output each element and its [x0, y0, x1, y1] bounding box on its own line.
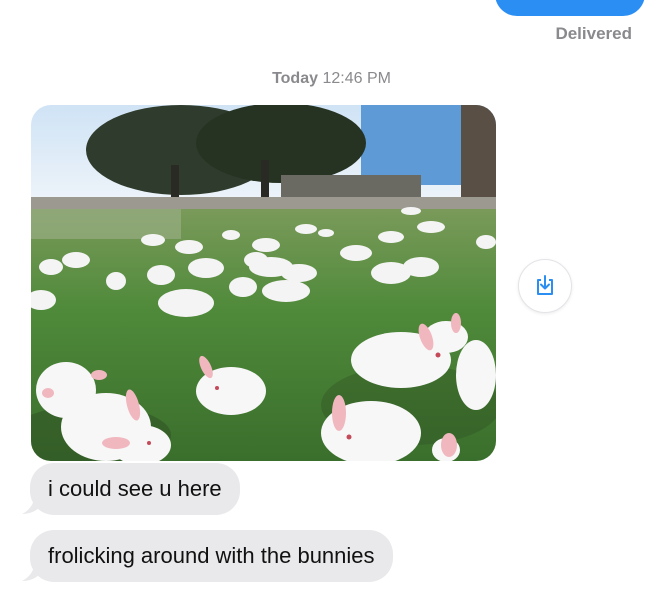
received-message[interactable]: frolicking around with the bunnies — [30, 530, 393, 582]
photo-attachment[interactable] — [31, 105, 496, 461]
timestamp-day: Today — [272, 70, 318, 87]
delivery-status: Delivered — [555, 24, 632, 43]
timestamp-time: 12:46 PM — [322, 70, 391, 87]
download-to-device-icon — [537, 275, 553, 295]
message-timestamp: Today 12:46 PM — [0, 70, 663, 88]
save-photo-button[interactable] — [518, 259, 572, 313]
received-message[interactable]: i could see u here — [30, 463, 240, 515]
sent-message-bubble[interactable] — [495, 0, 645, 16]
conversation-view: Delivered Today 12:46 PM i could see u h… — [0, 0, 663, 597]
bunnies-field-photo — [31, 105, 496, 461]
